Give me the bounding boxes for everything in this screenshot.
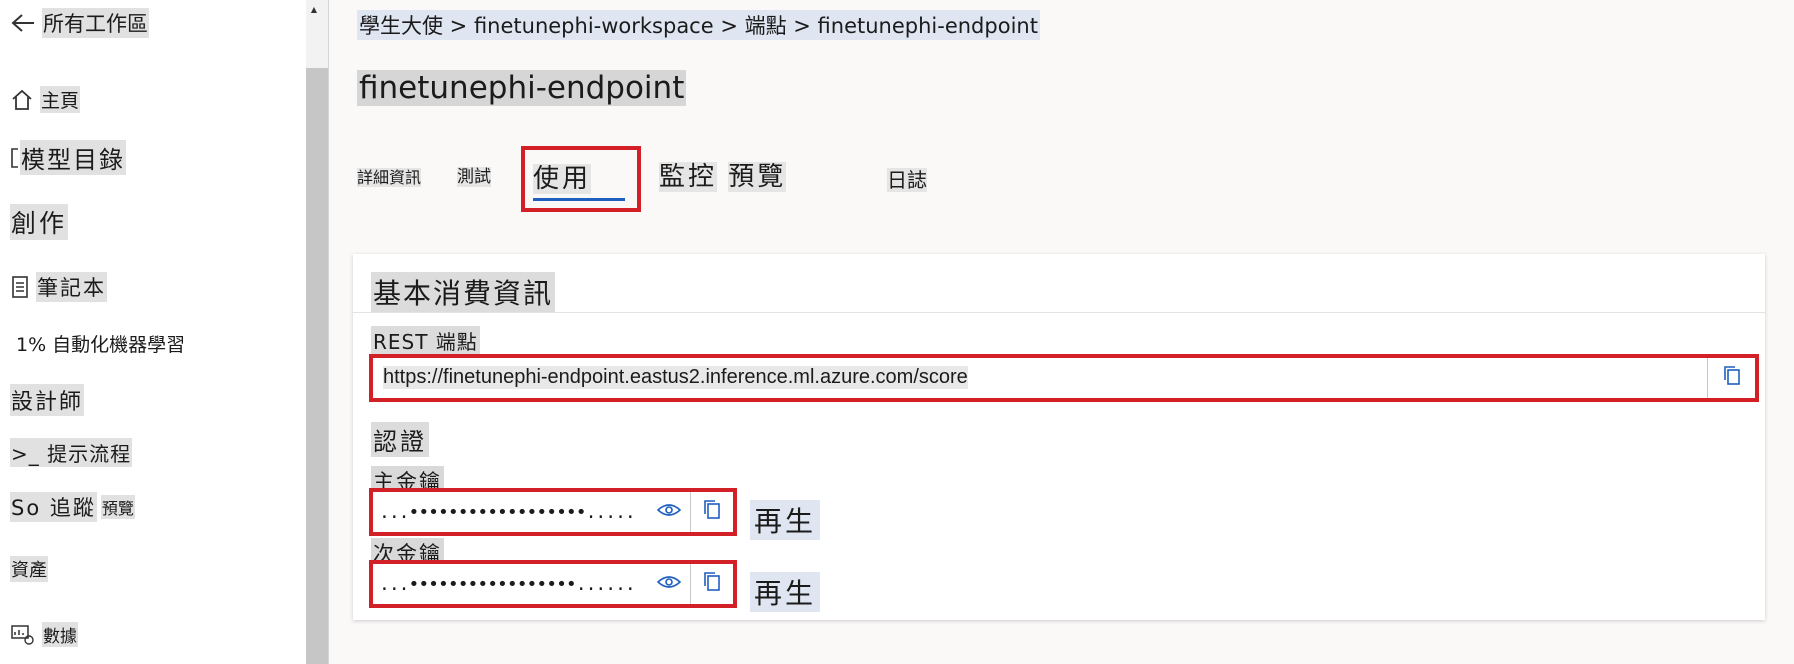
authentication-label: 認證 — [371, 422, 429, 457]
copy-secondary-key-button[interactable] — [690, 564, 733, 604]
back-label: 所有工作區 — [42, 8, 149, 38]
catalog-icon — [10, 147, 20, 169]
nav-section-label: 資產 — [10, 556, 48, 582]
preview-badge: 預覽 — [728, 162, 787, 192]
nav-section-assets: 資產 — [10, 556, 48, 582]
eye-icon — [656, 502, 682, 522]
copy-rest-endpoint-button[interactable] — [1707, 358, 1755, 398]
nav-item-notebooks[interactable]: 筆記本 — [10, 272, 107, 302]
active-tab-highlight — [521, 146, 641, 212]
nav-label: 數據 — [42, 622, 78, 647]
nav-label: So 追蹤 — [10, 492, 97, 522]
back-to-workspaces[interactable]: 所有工作區 — [10, 8, 149, 38]
card-divider — [353, 312, 1765, 313]
show-primary-key-button[interactable] — [651, 492, 687, 532]
tab-label: 詳細資訊 — [357, 168, 422, 187]
tab-label: 日誌 — [887, 168, 927, 192]
regenerate-secondary-key-button[interactable]: 再生 — [750, 572, 821, 612]
arrow-left-icon — [10, 12, 36, 34]
nav-label: 主頁 — [40, 86, 81, 113]
nav-item-prompt-flow[interactable]: >_ 提示流程 — [10, 438, 133, 467]
nav-label: 筆記本 — [36, 272, 107, 302]
tab-monitor[interactable]: 監控 預覽 — [659, 156, 787, 193]
nav-item-data[interactable]: 數據 — [10, 622, 78, 647]
card-title: 基本消費資訊 — [371, 272, 556, 312]
copy-primary-key-button[interactable] — [690, 492, 733, 532]
nav-label: >_ 提示流程 — [10, 438, 133, 467]
nav-item-automl[interactable]: 1% 自動化機器學習 — [16, 330, 185, 357]
rest-endpoint-url[interactable]: https://finetunephi-endpoint.eastus2.inf… — [383, 366, 968, 389]
nav-item-home[interactable]: 主頁 — [10, 86, 81, 113]
rest-endpoint-field[interactable]: https://finetunephi-endpoint.eastus2.inf… — [369, 354, 1759, 402]
nav-section-authoring: 創作 — [10, 204, 69, 240]
eye-icon — [656, 574, 682, 594]
tab-label: 監控 — [659, 162, 718, 192]
nav-scrollbar-thumb[interactable] — [306, 68, 328, 664]
copy-icon — [1721, 364, 1743, 392]
rest-endpoint-label: REST 端點 — [371, 326, 480, 355]
copy-icon — [701, 498, 723, 526]
tab-test[interactable]: 測試 — [457, 162, 491, 187]
copy-icon — [701, 570, 723, 598]
scroll-up-icon[interactable]: ▲ — [308, 4, 320, 16]
secondary-key-field[interactable]: ...•••••••••••••••••...... — [369, 560, 737, 608]
tab-label: 測試 — [457, 167, 491, 187]
left-nav: 所有工作區 主頁 模型目錄 創作 筆記本 1% 自動化機器學習 設計師 >_ 提… — [0, 0, 306, 664]
preview-badge: 預覽 — [100, 495, 135, 519]
primary-key-field[interactable]: ...••••••••••••••••••..... — [369, 488, 737, 536]
tab-details[interactable]: 詳細資訊 — [357, 164, 422, 188]
data-icon — [10, 624, 36, 646]
show-secondary-key-button[interactable] — [651, 564, 687, 604]
nav-item-tracking[interactable]: So 追蹤 預覽 — [10, 492, 135, 522]
nav-item-model-catalog[interactable]: 模型目錄 — [10, 140, 126, 175]
secondary-key-value: ...•••••••••••••••••...... — [379, 574, 636, 595]
breadcrumb[interactable]: 學生大使 > finetunephi-workspace > 端點 > fine… — [357, 10, 1040, 40]
tab-logs[interactable]: 日誌 — [887, 164, 927, 193]
nav-item-designer[interactable]: 設計師 — [10, 384, 85, 416]
notebook-icon — [10, 275, 30, 299]
primary-key-value: ...••••••••••••••••••..... — [379, 502, 636, 523]
home-icon — [10, 89, 34, 111]
nav-section-label: 創作 — [10, 204, 69, 240]
nav-label: 1% 自動化機器學習 — [16, 334, 186, 356]
nav-label: 設計師 — [10, 384, 85, 416]
nav-label: 模型目錄 — [20, 140, 126, 175]
regenerate-primary-key-button[interactable]: 再生 — [750, 500, 821, 540]
consumption-info-card: 基本消費資訊 REST 端點 https://finetunephi-endpo… — [353, 254, 1765, 620]
active-tab-indicator — [533, 198, 625, 201]
main-content: 學生大使 > finetunephi-workspace > 端點 > fine… — [329, 0, 1794, 664]
page-title: finetunephi-endpoint — [357, 70, 687, 106]
